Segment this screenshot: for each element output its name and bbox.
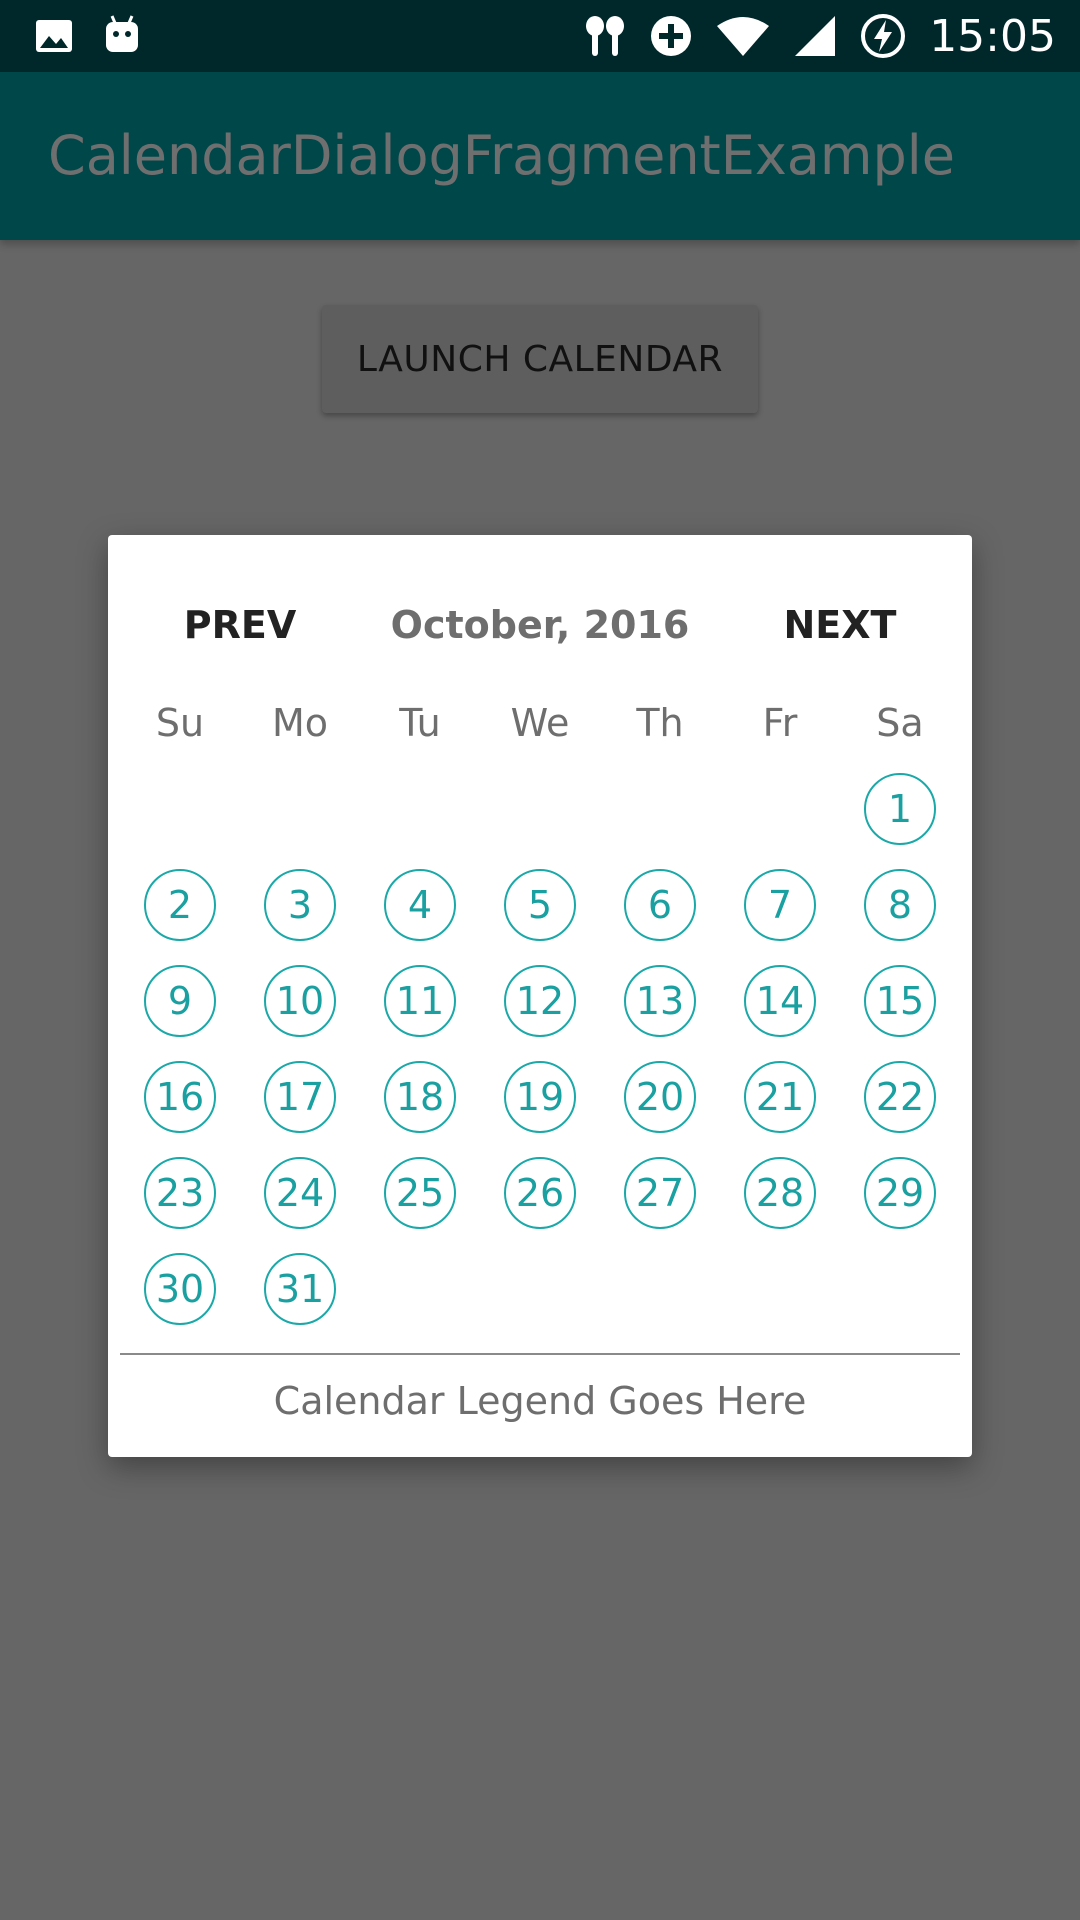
wifi-icon [717, 17, 770, 56]
status-time: 15:05 [929, 10, 1056, 62]
day-cell[interactable]: 28 [744, 1157, 816, 1229]
earbuds-icon [586, 16, 625, 56]
day-cell[interactable]: 5 [504, 869, 576, 941]
launch-calendar-label: LAUNCH CALENDAR [356, 338, 724, 380]
launch-calendar-button[interactable]: LAUNCH CALENDAR [322, 305, 758, 413]
status-left-icons [34, 14, 142, 58]
battery-charging-icon [861, 14, 906, 58]
day-cell[interactable]: 7 [744, 869, 816, 941]
day-cell[interactable]: 15 [864, 965, 936, 1037]
day-cell[interactable]: 19 [504, 1061, 576, 1133]
day-cell[interactable]: 29 [864, 1157, 936, 1229]
day-cell[interactable]: 27 [624, 1157, 696, 1229]
day-cell[interactable]: 9 [144, 965, 216, 1037]
day-cell[interactable]: 17 [264, 1061, 336, 1133]
calendar-dialog: PREV October, 2016 NEXT Su Mo Tu We Th F… [108, 535, 972, 1457]
day-cell[interactable]: 22 [864, 1061, 936, 1133]
day-cell[interactable]: 4 [384, 869, 456, 941]
day-cell[interactable]: 16 [144, 1061, 216, 1133]
day-cell[interactable]: 30 [144, 1253, 216, 1325]
app-title: CalendarDialogFragmentExample [48, 124, 956, 187]
signal-icon [795, 16, 836, 56]
status-right-icons: 15:05 [583, 10, 1056, 62]
calendar-day-grid: 1 2 3 4 5 6 7 8 9 10 11 12 13 14 15 16 17 18 19 20 21 22 23 24 2… [108, 535, 972, 1457]
day-cell[interactable]: 21 [744, 1061, 816, 1133]
day-cell[interactable]: 20 [624, 1061, 696, 1133]
android-icon [106, 15, 138, 52]
day-cell[interactable]: 26 [504, 1157, 576, 1229]
day-cell[interactable]: 1 [864, 773, 936, 845]
day-cell[interactable]: 25 [384, 1157, 456, 1229]
day-cell[interactable]: 24 [264, 1157, 336, 1229]
day-cell[interactable]: 3 [264, 869, 336, 941]
day-cell[interactable]: 18 [384, 1061, 456, 1133]
day-cell[interactable]: 23 [144, 1157, 216, 1229]
app-bar: CalendarDialogFragmentExample [0, 72, 1080, 240]
image-icon [36, 20, 72, 52]
day-cell[interactable]: 2 [144, 869, 216, 941]
day-cell[interactable]: 12 [504, 965, 576, 1037]
day-cell[interactable]: 11 [384, 965, 456, 1037]
day-cell[interactable]: 6 [624, 869, 696, 941]
day-cell[interactable]: 8 [864, 869, 936, 941]
day-cell[interactable]: 10 [264, 965, 336, 1037]
status-bar: 15:05 [0, 0, 1080, 72]
legend-divider [120, 1353, 960, 1355]
day-cell[interactable]: 31 [264, 1253, 336, 1325]
day-cell[interactable]: 13 [624, 965, 696, 1037]
data-saver-icon [651, 16, 692, 56]
calendar-legend: Calendar Legend Goes Here [273, 1379, 807, 1423]
day-cell[interactable]: 14 [744, 965, 816, 1037]
